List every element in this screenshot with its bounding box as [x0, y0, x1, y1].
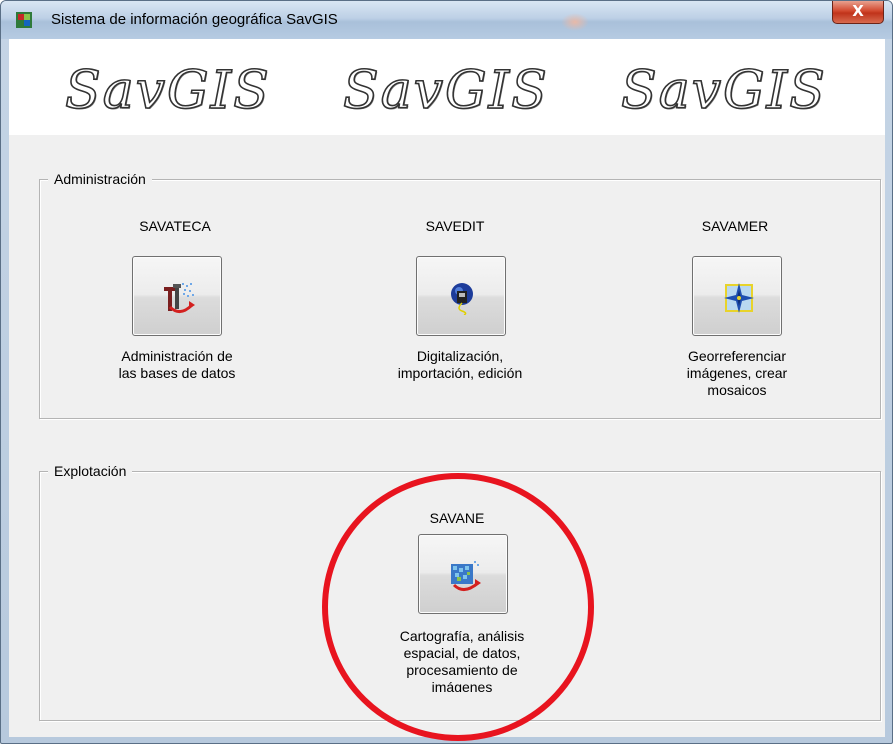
savgis-logo: SavGIS — [342, 60, 549, 122]
savateca-icon — [164, 283, 195, 313]
title-bar[interactable]: Sistema de información geográfica SavGIS… — [1, 1, 892, 39]
savgis-logo: SavGIS — [64, 60, 271, 122]
savateca-button[interactable] — [132, 256, 222, 336]
exploitation-legend: Explotación — [48, 463, 133, 479]
savamer-description: Georreferenciar imágenes, crear mosaicos — [652, 348, 822, 399]
savgis-app-icon — [16, 12, 32, 28]
description-line: Digitalización, — [416, 348, 504, 364]
savane-title: SAVANE — [429, 510, 485, 526]
description-line: Administración de — [121, 348, 233, 364]
window-title: Sistema de información geográfica SavGIS — [51, 11, 338, 28]
module-savamer: SAVAMER — [660, 218, 810, 234]
module-savateca: SAVATECA — [100, 218, 250, 234]
savane-button[interactable] — [418, 534, 508, 614]
close-button[interactable]: X — [832, 1, 884, 24]
savamer-button[interactable] — [692, 256, 782, 336]
logo-banner: SavGIS SavGIS SavGIS — [9, 39, 885, 135]
savedit-title: SAVEDIT — [425, 218, 485, 234]
savgis-logo: SavGIS — [620, 60, 827, 122]
administration-group: Administración SAVATECA Administración d… — [39, 171, 881, 419]
description-line: imágenes, crear — [686, 365, 788, 381]
client-area: SavGIS SavGIS SavGIS Administración SAVA… — [9, 39, 885, 737]
description-line: importación, edición — [397, 365, 523, 381]
savateca-title: SAVATECA — [139, 218, 211, 234]
description-line: Georreferenciar — [687, 348, 787, 364]
savedit-icon — [451, 283, 473, 315]
savedit-description: Digitalización, importación, edición — [375, 348, 545, 382]
exploitation-group: Explotación SAVANE Cartografía, análisis… — [39, 463, 881, 721]
savane-icon — [451, 561, 481, 591]
description-line: procesamiento de — [406, 662, 518, 678]
savedit-button[interactable] — [416, 256, 506, 336]
description-line: las bases de datos — [118, 365, 236, 381]
administration-legend: Administración — [48, 171, 152, 187]
description-line: espacial, de datos, — [403, 645, 521, 661]
title-glow-decoration — [561, 13, 589, 31]
description-line: Cartografía, análisis — [399, 628, 525, 644]
description-line: mosaicos — [707, 382, 767, 398]
module-savane: SAVANE — [382, 510, 532, 526]
module-savedit: SAVEDIT — [380, 218, 530, 234]
description-line: imágenes — [431, 679, 493, 692]
savane-description: Cartografía, análisis espacial, de datos… — [377, 628, 547, 692]
app-window: Sistema de información geográfica SavGIS… — [0, 0, 893, 744]
savamer-icon — [724, 283, 754, 313]
savateca-description: Administración de las bases de datos — [92, 348, 262, 382]
savamer-title: SAVAMER — [701, 218, 769, 234]
